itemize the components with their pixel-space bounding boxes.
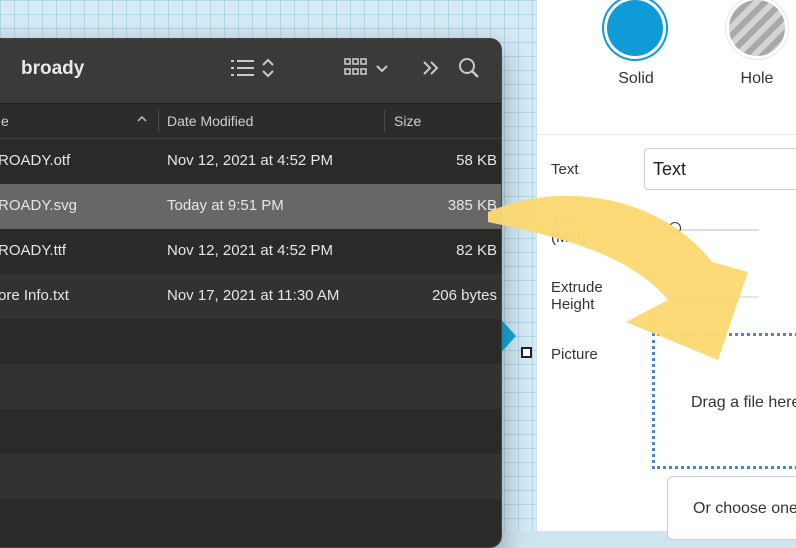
column-header: e Date Modified Size — [0, 104, 501, 139]
list-view-icon[interactable] — [231, 57, 255, 84]
extrude-label-line1: Extrude — [551, 279, 603, 296]
file-row[interactable]: ROADY.otf Nov 12, 2021 at 4:52 PM 58 KB — [0, 139, 501, 184]
sort-chevrons-icon[interactable] — [261, 57, 275, 84]
file-dropzone[interactable]: Drag a file here — [652, 333, 796, 469]
sort-ascending-icon[interactable] — [136, 113, 148, 128]
column-size[interactable]: Size — [394, 113, 421, 129]
file-date: Nov 17, 2021 at 11:30 AM — [167, 287, 340, 304]
file-date: Nov 12, 2021 at 4:52 PM — [167, 242, 333, 259]
file-size: 82 KB — [456, 242, 497, 259]
picture-label: Picture — [551, 346, 598, 363]
file-row[interactable]: ROADY.ttf Nov 12, 2021 at 4:52 PM 82 KB — [0, 229, 501, 274]
column-name[interactable]: e — [1, 113, 9, 129]
file-row-selected[interactable]: ROADY.svg Today at 9:51 PM 385 KB — [0, 184, 501, 229]
choose-file-label: Or choose one — [693, 500, 796, 517]
file-date: Today at 9:51 PM — [167, 197, 284, 214]
file-size: 58 KB — [456, 152, 497, 169]
window-title: broady — [21, 58, 85, 79]
text-label: Text — [551, 161, 579, 178]
column-date[interactable]: Date Modified — [167, 113, 253, 129]
file-name: ROADY.svg — [0, 197, 77, 214]
text-input[interactable] — [644, 148, 796, 190]
empty-row — [0, 364, 501, 409]
column-separator[interactable] — [158, 110, 159, 132]
grid-view-icon[interactable] — [344, 57, 368, 84]
file-name: ROADY.otf — [0, 152, 71, 169]
empty-row — [0, 454, 501, 499]
search-icon[interactable] — [458, 57, 480, 84]
file-date: Nov 12, 2021 at 4:52 PM — [167, 152, 333, 169]
resize-handle[interactable] — [521, 347, 532, 358]
solid-label: Solid — [618, 70, 654, 87]
empty-row — [0, 499, 501, 544]
column-separator[interactable] — [384, 110, 385, 132]
panel-divider — [537, 134, 796, 135]
file-size: 385 KB — [447, 197, 497, 214]
file-row[interactable]: ore Info.txt Nov 17, 2021 at 11:30 AM 20… — [0, 274, 501, 319]
solid-swatch[interactable] — [607, 0, 663, 56]
extrude-label-line2: Height — [551, 296, 595, 313]
chevron-down-icon[interactable] — [375, 57, 389, 84]
type-slider-knob[interactable] — [669, 222, 681, 234]
type-label-line2: (Mm) — [551, 229, 586, 246]
choose-file-button[interactable]: Or choose one — [667, 476, 796, 540]
finder-window: broady e Date Modified Size ROADY.otf No… — [0, 38, 502, 548]
file-name: ROADY.ttf — [0, 242, 67, 259]
extrude-slider-track[interactable] — [667, 296, 759, 298]
more-chevrons-icon[interactable] — [421, 57, 441, 84]
finder-toolbar: broady — [0, 39, 501, 104]
empty-row — [0, 319, 501, 364]
dropzone-text: Drag a file here — [691, 394, 796, 411]
hole-label: Hole — [740, 70, 774, 87]
file-size: 206 bytes — [431, 287, 497, 304]
empty-row — [0, 409, 501, 454]
type-label-line1: Typ — [551, 212, 576, 229]
hole-swatch[interactable] — [729, 0, 785, 56]
file-name: ore Info.txt — [0, 287, 69, 304]
shape-properties-panel: Solid Hole Text Typ (Mm) Extrude Height … — [536, 0, 796, 540]
file-list: ROADY.otf Nov 12, 2021 at 4:52 PM 58 KB … — [0, 139, 501, 544]
